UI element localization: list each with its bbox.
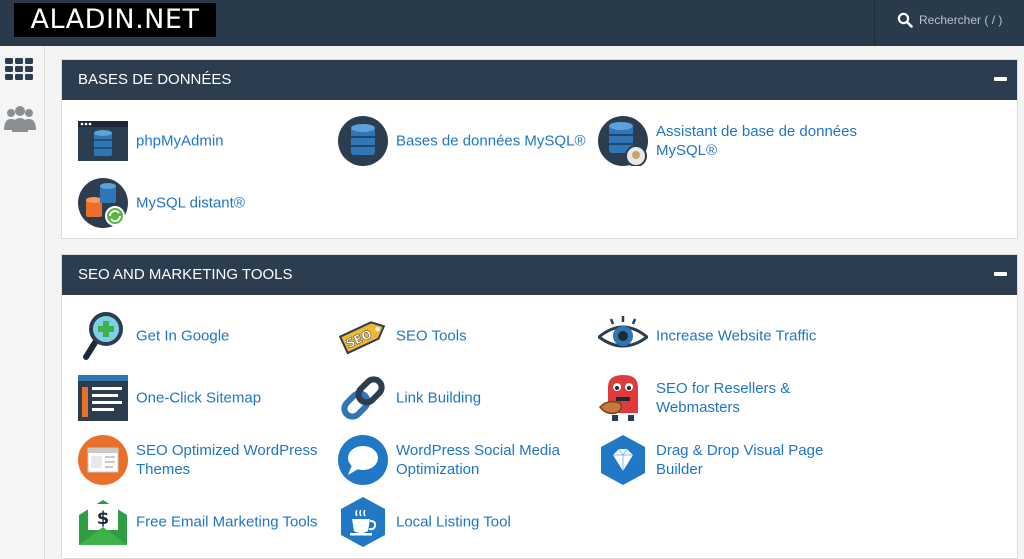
item-label: SEO for Resellers & Webmasters [656,380,791,416]
item-label: Local Listing Tool [396,513,511,531]
panel-title: SEO AND MARKETING TOOLS [78,266,293,283]
item-remote-mysql[interactable]: MySQL distant® [78,176,333,230]
search-input[interactable] [919,12,1019,28]
diamond-icon [601,435,645,485]
databases-panel: BASES DE DONNÉES phpMyAdmin Bases de don… [61,59,1018,239]
panel-title: BASES DE DONNÉES [78,71,232,88]
top-bar: ALADIN.NET [0,0,1024,46]
remote-mysql-icon [78,178,128,228]
item-label: SEO Optimized WordPress Themes [136,442,318,478]
item-label: Assistant de base de données MySQL® [656,123,857,159]
item-label: MySQL distant® [136,194,245,212]
item-email-marketing[interactable]: $ Free Email Marketing Tools [78,495,333,549]
seo-panel-header[interactable]: SEO AND MARKETING TOOLS [62,255,1017,295]
item-label: Increase Website Traffic [656,327,817,345]
item-wordpress-themes[interactable]: SEO Optimized WordPress Themes [78,433,333,487]
chat-bubble-icon [338,435,388,485]
item-social-media[interactable]: WordPress Social Media Optimization [338,433,593,487]
item-increase-traffic[interactable]: Increase Website Traffic [598,309,853,363]
item-label: Bases de données MySQL® [396,132,586,150]
item-label: Link Building [396,389,482,407]
item-label: WordPress Social Media Optimization [396,442,560,478]
grid-icon[interactable] [4,54,36,84]
search-icon[interactable] [897,12,913,28]
coffee-cup-icon [341,497,385,547]
item-label: phpMyAdmin [136,132,224,150]
databases-panel-header[interactable]: BASES DE DONNÉES [62,60,1017,100]
item-label: Free Email Marketing Tools [136,513,318,531]
seo-marketing-panel: SEO AND MARKETING TOOLS Get In Google SE… [61,254,1018,559]
sitemap-icon [78,375,128,421]
item-sitemap[interactable]: One-Click Sitemap [78,371,333,425]
monster-mascot-icon [599,375,638,421]
item-local-listing[interactable]: Local Listing Tool [338,495,593,549]
chain-link-icon [341,376,385,420]
left-sidebar [0,46,45,559]
search-area [874,0,1024,46]
item-label: One-Click Sitemap [136,389,262,407]
mysql-databases-icon [338,116,388,166]
mysql-wizard-icon [598,116,648,166]
svg-text:$: $ [97,508,110,529]
item-page-builder[interactable]: Drag & Drop Visual Page Builder [598,433,853,487]
item-label: Get In Google [136,327,230,345]
item-seo-tools[interactable]: SEO SEO Tools [338,309,593,363]
item-seo-resellers[interactable]: SEO for Resellers & Webmasters [598,371,853,425]
seo-tag-icon: SEO [338,321,386,355]
item-phpmyadmin[interactable]: phpMyAdmin [78,114,333,168]
minus-icon[interactable] [994,272,1007,276]
item-mysql-databases[interactable]: Bases de données MySQL® [338,114,593,168]
aladin-logo[interactable]: ALADIN.NET [14,3,216,37]
wordpress-theme-icon [78,435,128,485]
phpmyadmin-icon [78,121,128,161]
dollar-envelope-icon: $ [79,500,127,545]
item-get-in-google[interactable]: Get In Google [78,309,333,363]
eye-icon [598,316,648,348]
item-label: Drag & Drop Visual Page Builder [656,442,824,478]
users-icon[interactable] [4,104,36,134]
minus-icon[interactable] [994,77,1007,81]
item-mysql-wizard[interactable]: Assistant de base de données MySQL® [598,114,857,168]
magnifier-plus-icon [83,312,123,360]
main-content: BASES DE DONNÉES phpMyAdmin Bases de don… [45,46,1024,559]
item-link-building[interactable]: Link Building [338,371,593,425]
item-label: SEO Tools [396,327,467,345]
